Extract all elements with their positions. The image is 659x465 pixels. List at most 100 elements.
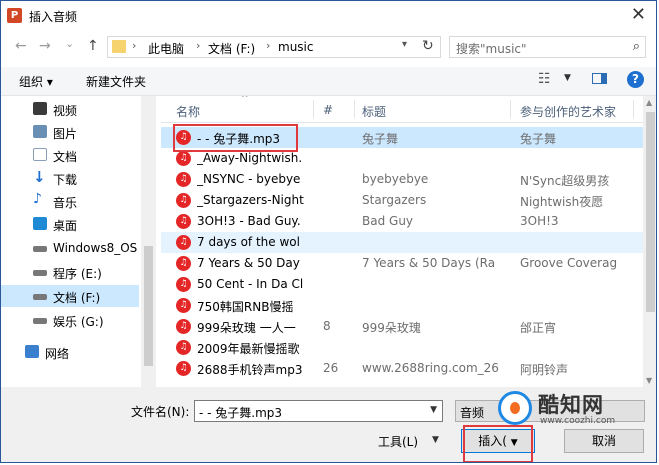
file-row[interactable]: ♫ 7 Years & 50 Day 7 Years & 50 Days (Ra…	[161, 253, 643, 274]
column-header-artist[interactable]: 参与创作的艺术家	[520, 103, 616, 120]
file-title: 999朵玫瑰	[362, 321, 421, 335]
search-input[interactable]: 搜索"music" ⌕	[449, 36, 646, 58]
file-track-number: 8	[323, 319, 331, 333]
highlight-box	[463, 425, 533, 462]
address-bar[interactable]: › 此电脑 › 文档 (F:) › music ▾ ↻	[107, 36, 441, 58]
column-header-number[interactable]: #	[323, 103, 333, 117]
sidebar-item-drive-e[interactable]: 程序 (E:)	[1, 261, 139, 283]
documents-icon	[33, 148, 47, 161]
file-list: ^ 名称 # 标题 参与创作的艺术家 ♫ - - 兔子舞.mp3 兔子舞 兔子舞…	[161, 96, 656, 387]
mp3-file-icon: ♫	[176, 340, 191, 355]
column-divider[interactable]	[510, 100, 511, 118]
sidebar-scrollbar[interactable]	[141, 96, 156, 387]
file-row[interactable]: ♫ 2009年最新慢摇歌	[161, 337, 643, 358]
file-list-scrollbar[interactable]: ▲ ▼	[643, 96, 656, 387]
file-artist: Groove Coverag	[520, 256, 618, 270]
insert-audio-dialog: P 插入音频 ✕ ← → ⌄ ↑ › 此电脑 › 文档 (F:) › music…	[0, 0, 657, 463]
breadcrumb-drive-f[interactable]: 文档 (F:)	[208, 40, 255, 57]
breadcrumb-separator-icon[interactable]: ›	[132, 39, 136, 52]
folder-icon	[112, 40, 126, 53]
file-row[interactable]: ♫ 750韩国RNB慢摇	[161, 295, 643, 316]
search-icon[interactable]: ⌕	[633, 39, 640, 54]
new-folder-button[interactable]: 新建文件夹	[86, 73, 146, 90]
breadcrumb-separator-icon[interactable]: ›	[266, 39, 270, 52]
file-name: 2009年最新慢摇歌	[197, 342, 300, 356]
scroll-down-icon[interactable]: ▼	[646, 376, 652, 385]
breadcrumb-music[interactable]: music	[278, 40, 313, 54]
view-dropdown-icon[interactable]: ▼	[564, 73, 571, 83]
drive-icon	[33, 318, 47, 324]
file-list-scrollbar-thumb[interactable]	[646, 112, 655, 312]
tools-button[interactable]: 工具(L)	[378, 433, 418, 450]
file-name: 2688手机铃声mp3	[197, 363, 303, 377]
column-divider[interactable]	[313, 100, 314, 118]
dialog-title: 插入音频	[29, 10, 78, 24]
column-divider[interactable]	[633, 100, 634, 118]
drive-icon	[33, 246, 47, 252]
sidebar-item-label: 程序 (E:)	[53, 267, 102, 281]
breadcrumb-separator-icon[interactable]: ›	[196, 39, 200, 52]
mp3-file-icon: ♫	[176, 193, 191, 208]
tools-dropdown-icon[interactable]: ▼	[432, 435, 439, 445]
sidebar-item-network[interactable]: 网络	[1, 341, 139, 363]
view-options-icon[interactable]: ☷	[538, 71, 551, 87]
column-header-title[interactable]: 标题	[362, 103, 386, 120]
breadcrumb-this-pc[interactable]: 此电脑	[148, 40, 184, 57]
file-row[interactable]: ♫ 50 Cent - In Da Cl	[161, 274, 643, 295]
file-title: 兔子舞	[362, 132, 399, 146]
navigation-row: ← → ⌄ ↑ › 此电脑 › 文档 (F:) › music ▾ ↻ 搜索"m…	[1, 33, 656, 63]
file-title: byebyebye	[362, 172, 429, 186]
file-type-value: 音频	[460, 406, 485, 420]
sort-ascending-icon: ^	[241, 96, 249, 104]
sidebar-item-label: 下载	[53, 173, 78, 187]
forward-arrow-icon[interactable]: →	[39, 38, 51, 54]
column-header-name[interactable]: 名称	[176, 103, 200, 120]
file-title: www.2688ring.com_26	[362, 361, 499, 375]
sidebar-scrollbar-thumb[interactable]	[144, 246, 153, 366]
sidebar-item-videos[interactable]: 视频	[1, 98, 139, 120]
recent-locations-chevron-icon[interactable]: ⌄	[65, 37, 74, 50]
sidebar-item-drive-g[interactable]: 娱乐 (G:)	[1, 309, 139, 331]
sidebar-item-downloads[interactable]: ↓ 下载	[1, 167, 139, 189]
column-header-row: ^ 名称 # 标题 参与创作的艺术家	[161, 96, 656, 123]
filename-value: - - 兔子舞.mp3	[199, 406, 283, 420]
sidebar-item-music[interactable]: ♪ 音乐	[1, 190, 139, 212]
file-name: 50 Cent - In Da Cl	[197, 277, 304, 291]
mp3-file-icon: ♫	[176, 172, 191, 187]
file-track-number: 26	[323, 361, 339, 375]
address-dropdown-icon[interactable]: ▾	[402, 39, 407, 50]
sidebar-item-desktop[interactable]: 桌面	[1, 213, 139, 235]
mp3-file-icon: ♫	[176, 235, 191, 250]
file-row[interactable]: ♫ 2688手机铃声mp3 26 www.2688ring.com_26 阿明铃…	[161, 358, 643, 379]
mp3-file-icon: ♫	[176, 256, 191, 271]
network-icon	[25, 345, 39, 358]
sidebar-item-documents[interactable]: 文档	[1, 144, 139, 166]
organize-button[interactable]: 组织 ▾	[19, 73, 53, 90]
sidebar-item-drive-f[interactable]: 文档 (F:)	[1, 285, 139, 307]
file-row[interactable]: ♫ 7 days of the wol	[161, 232, 643, 253]
file-row[interactable]: ♫ _NSYNC - byebye byebyebye N'Sync超级男孩	[161, 169, 643, 190]
refresh-icon[interactable]: ↻	[422, 38, 434, 54]
file-row[interactable]: ♫ _Stargazers-Night Stargazers Nightwish…	[161, 190, 643, 211]
column-divider[interactable]	[354, 100, 355, 118]
up-arrow-icon[interactable]: ↑	[87, 38, 99, 54]
filename-dropdown-icon[interactable]: ▼	[430, 405, 437, 415]
file-name: 7 days of the wol	[197, 235, 300, 249]
sidebar-item-pictures[interactable]: 图片	[1, 121, 139, 143]
help-icon[interactable]: ?	[627, 71, 644, 88]
mp3-file-icon: ♫	[176, 277, 191, 292]
back-arrow-icon[interactable]: ←	[15, 38, 27, 54]
mp3-file-icon: ♫	[176, 319, 191, 334]
file-row[interactable]: ♫ 3OH!3 - Bad Guy. Bad Guy 3OH!3	[161, 211, 643, 232]
scroll-up-icon[interactable]: ▲	[646, 98, 652, 107]
preview-pane-icon[interactable]	[592, 73, 607, 84]
file-name: _NSYNC - byebye	[197, 172, 301, 186]
file-row[interactable]: ♫ 999朵玫瑰 一人一 8 999朵玫瑰 邰正宵	[161, 316, 643, 337]
mp3-file-icon: ♫	[176, 214, 191, 229]
filename-input[interactable]: - - 兔子舞.mp3 ▼	[194, 400, 443, 422]
sidebar-item-label: 桌面	[53, 219, 78, 233]
command-toolbar: 组织 ▾ 新建文件夹 ☷ ▼ ?	[1, 67, 656, 96]
cancel-button[interactable]: 取消	[564, 429, 644, 453]
sidebar-item-windows8-os[interactable]: Windows8_OS	[1, 237, 139, 259]
close-icon[interactable]: ✕	[631, 4, 646, 25]
